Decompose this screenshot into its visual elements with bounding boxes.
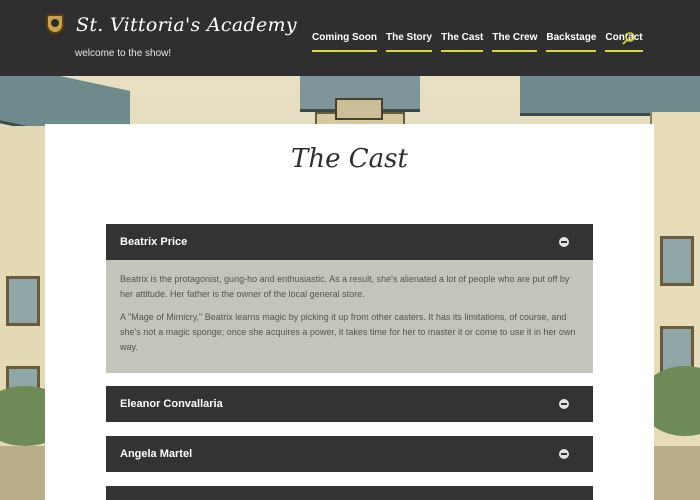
background-roof-right bbox=[520, 76, 700, 116]
cast-toggle-beatrix[interactable]: Beatrix Price Beatrix is the protagonist… bbox=[106, 224, 593, 373]
search-icon[interactable] bbox=[622, 31, 636, 45]
cast-description-paragraph: Beatrix is the protagonist, gung-ho and … bbox=[120, 274, 570, 299]
nav-item-the-crew[interactable]: The Crew bbox=[492, 32, 538, 52]
toggle-header[interactable] bbox=[106, 486, 593, 500]
minus-circle-icon[interactable] bbox=[559, 399, 569, 409]
toggle-title: Beatrix Price bbox=[120, 236, 188, 248]
cast-toggle-angela[interactable]: Angela Martel bbox=[106, 436, 593, 472]
crest-logo-icon[interactable] bbox=[46, 14, 64, 34]
cast-description-paragraph: A "Mage of Mimicry," Beatrix learns magi… bbox=[120, 312, 576, 352]
toggle-title: Angela Martel bbox=[120, 448, 193, 460]
background-sign bbox=[335, 98, 383, 120]
toggle-header[interactable]: Angela Martel bbox=[106, 436, 593, 472]
toggle-title: Eleanor Convallaria bbox=[120, 398, 223, 410]
toggle-content: Beatrix is the protagonist, gung-ho and … bbox=[106, 260, 593, 373]
nav-item-the-story[interactable]: The Story bbox=[386, 32, 433, 52]
nav-item-coming-soon[interactable]: Coming Soon bbox=[312, 32, 377, 52]
background-wall-right bbox=[650, 112, 700, 500]
minus-circle-icon[interactable] bbox=[559, 237, 569, 247]
nav-item-backstage[interactable]: Backstage bbox=[546, 32, 597, 52]
site-tagline: welcome to the show! bbox=[75, 48, 172, 59]
minus-circle-icon[interactable] bbox=[559, 449, 569, 459]
main-nav: Coming Soon The Story The Cast The Crew … bbox=[312, 32, 652, 52]
cast-toggle-next[interactable] bbox=[106, 486, 593, 500]
cast-toggle-eleanor[interactable]: Eleanor Convallaria bbox=[106, 386, 593, 422]
background-window bbox=[660, 236, 694, 286]
nav-item-the-cast[interactable]: The Cast bbox=[441, 32, 484, 52]
content-card: The Cast Beatrix Price Beatrix is the pr… bbox=[45, 124, 654, 500]
site-title[interactable]: St. Vittoria's Academy bbox=[76, 14, 297, 36]
page-title: The Cast bbox=[291, 144, 408, 174]
toggle-header[interactable]: Eleanor Convallaria bbox=[106, 386, 593, 422]
site-header: St. Vittoria's Academy welcome to the sh… bbox=[0, 0, 700, 76]
background-window bbox=[6, 276, 40, 326]
toggle-header[interactable]: Beatrix Price bbox=[106, 224, 593, 260]
